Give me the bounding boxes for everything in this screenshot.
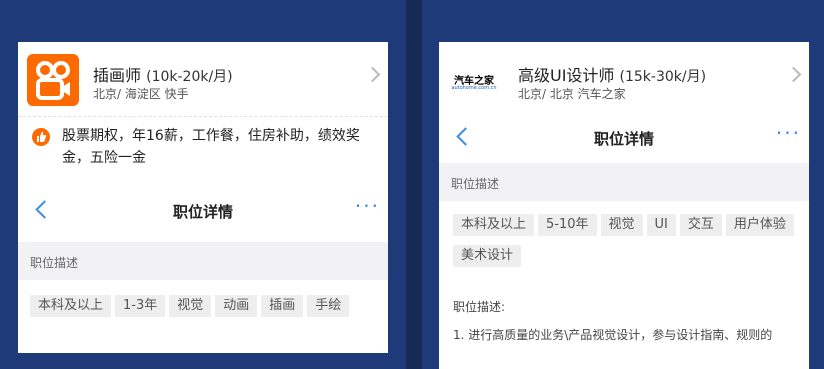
autohome-logo: 汽车之家 autohome.com.cn <box>448 54 500 106</box>
section-title: 职位描述 <box>30 256 79 270</box>
thumbs-up-icon <box>32 128 50 146</box>
job-title-text: 高级UI设计师 <box>518 66 615 85</box>
tag: 本科及以上 <box>30 295 112 317</box>
tag-list: 本科及以上 5-10年 视觉 UI 交互 用户体验美术设计 <box>453 213 803 275</box>
tag: 视觉 <box>169 295 212 317</box>
job-detail-panel-right: 汽车之家 autohome.com.cn 高级UI设计师 (15k-30k/月)… <box>439 42 809 369</box>
more-icon[interactable]: ··· <box>355 194 380 218</box>
tag: 插画 <box>261 295 304 317</box>
tag: 本科及以上 <box>453 214 535 236</box>
tag: 5-10年 <box>538 214 597 236</box>
tag: 1-3年 <box>115 295 166 317</box>
benefits-text: 股票期权，年16薪，工作餐，住房补助，绩效奖金，五险一金 <box>62 128 360 166</box>
job-card[interactable]: 插画师 (10k-20k/月) 北京/ 海淀区 快手 <box>18 42 388 116</box>
tag: 视觉 <box>600 214 643 236</box>
job-title: 插画师 (10k-20k/月) <box>93 62 233 86</box>
tag: 用户体验 <box>725 214 794 236</box>
benefits-row: 股票期权，年16薪，工作餐，住房补助，绩效奖金，五险一金 <box>18 118 388 180</box>
salary: (15k-30k/月) <box>619 69 707 85</box>
nav-title: 职位详情 <box>172 203 233 221</box>
section-header: 职位描述 <box>18 242 388 280</box>
tag: 交互 <box>679 214 722 236</box>
tag: 美术设计 <box>453 245 522 267</box>
chevron-right-icon <box>364 66 381 83</box>
job-location-company: 北京/ 海淀区 快手 <box>93 87 189 101</box>
nav-title: 职位详情 <box>593 130 654 148</box>
detail-navbar: 职位详情 ··· <box>18 188 388 232</box>
kuaishou-logo <box>27 54 79 106</box>
job-card[interactable]: 汽车之家 autohome.com.cn 高级UI设计师 (15k-30k/月)… <box>439 42 809 116</box>
salary: (10k-20k/月) <box>146 69 233 85</box>
tag: 手绘 <box>307 295 350 317</box>
panel-divider <box>406 0 422 369</box>
description-heading: 职位描述: <box>453 300 506 314</box>
job-title: 高级UI设计师 (15k-30k/月) <box>518 62 706 86</box>
job-location-company: 北京/ 北京 汽车之家 <box>518 87 626 101</box>
more-icon[interactable]: ··· <box>776 121 801 145</box>
tag-list: 本科及以上 1-3年 视觉 动画 插画 手绘 <box>30 294 380 325</box>
job-title-text: 插画师 <box>93 66 142 85</box>
tag: UI <box>646 214 676 236</box>
divider <box>18 116 388 117</box>
job-detail-panel-left: 插画师 (10k-20k/月) 北京/ 海淀区 快手 股票期权，年16薪，工作餐… <box>18 42 388 353</box>
section-header: 职位描述 <box>439 163 809 201</box>
detail-navbar: 职位详情 ··· <box>439 115 809 159</box>
logo-subtext: autohome.com.cn <box>451 85 497 91</box>
tag: 动画 <box>215 295 258 317</box>
description-line: 1. 进行高质量的业务\产品视觉设计，参与设计指南、规则的 <box>453 328 773 342</box>
chevron-right-icon <box>785 66 802 83</box>
section-title: 职位描述 <box>451 177 500 191</box>
